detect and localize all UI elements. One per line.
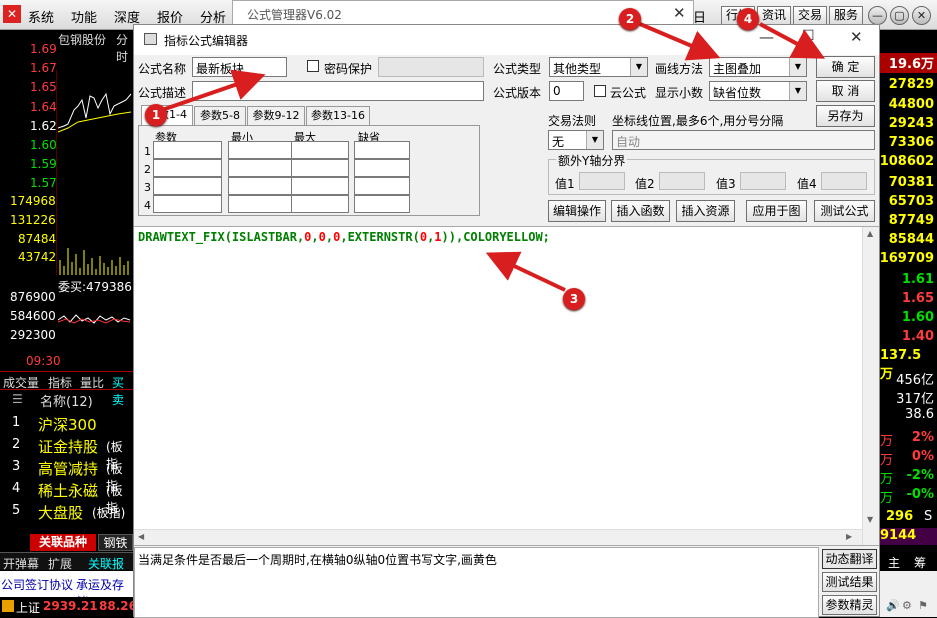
arrow-4 xyxy=(759,22,826,59)
arrow-3 xyxy=(485,251,566,292)
step-marker-2: 2 xyxy=(619,8,641,30)
step-marker-4: 4 xyxy=(737,8,759,30)
annotation-arrows xyxy=(161,22,826,292)
arrow-1 xyxy=(161,69,266,112)
step-marker-3: 3 xyxy=(563,288,585,310)
step-marker-1: 1 xyxy=(145,104,167,126)
arrow-2 xyxy=(639,22,721,61)
